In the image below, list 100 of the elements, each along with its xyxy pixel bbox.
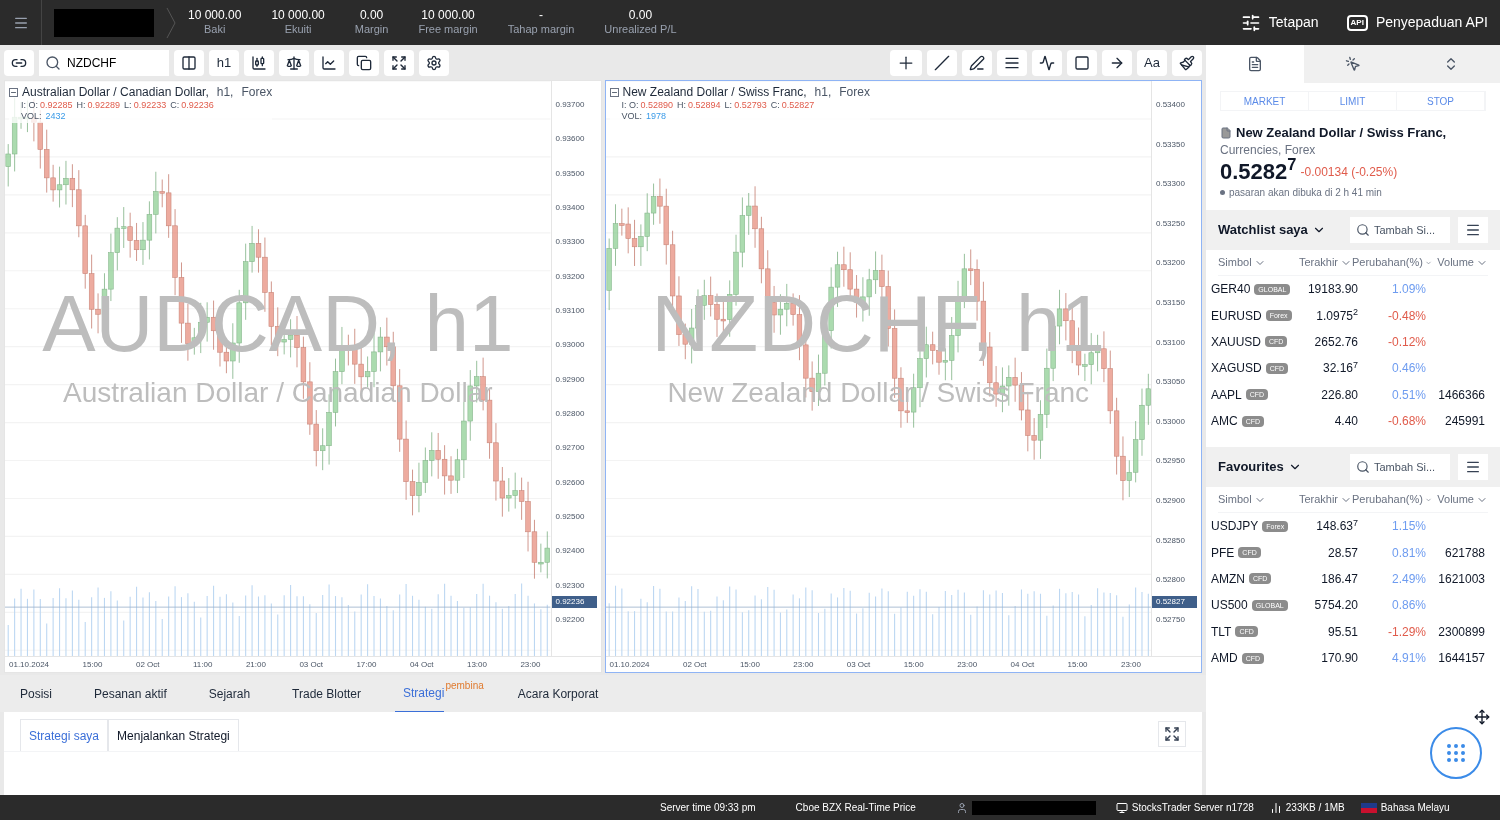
price-axis-label: 0.92600 [555, 478, 586, 487]
builder-label: pembina [445, 679, 484, 693]
volume: 245991 [1443, 413, 1486, 431]
column-header[interactable]: Perubahan(%) [1352, 254, 1432, 271]
collapse-icon [9, 88, 18, 97]
levels-tool-button[interactable] [997, 49, 1027, 76]
rectangle-tool-button[interactable] [1067, 49, 1097, 76]
document-icon [1247, 56, 1263, 72]
layout-button[interactable] [174, 49, 204, 76]
collapse-icon [609, 88, 619, 97]
ohlc-value: 0.92285 [40, 100, 73, 112]
move-icon [1474, 709, 1490, 725]
order-type-tab[interactable]: LIMIT [1309, 92, 1397, 110]
strategy-subtab[interactable]: Strategi saya [20, 719, 109, 751]
pointer-icon [1345, 56, 1361, 72]
price-axis-label: 0.53100 [1156, 338, 1186, 347]
last-price: 5754.20 [1313, 597, 1358, 615]
ohlc-label: I: O: [21, 100, 38, 112]
list-dropdown[interactable]: Watchlist saya [1218, 220, 1342, 240]
time-axis-label: 01.10.2024 [9, 658, 50, 671]
column-header[interactable]: Volume [1432, 491, 1488, 508]
indicators-button[interactable] [314, 49, 344, 76]
time-axis-label: 15:00 [903, 658, 924, 671]
instrument-category: Currencies, Forex [1220, 142, 1317, 158]
column-header[interactable]: Terakhir [1290, 491, 1352, 508]
objects-button[interactable] [349, 49, 379, 76]
add-symbol-field[interactable]: Tambah Si... [1350, 217, 1450, 243]
change-percent: 1.09% [1390, 281, 1426, 299]
price-axis-label: 0.92800 [555, 409, 586, 418]
compare-button[interactable] [279, 49, 309, 76]
price-axis-label: 0.53000 [1156, 417, 1186, 426]
ohlc-value: 0.52827 [781, 100, 815, 112]
text-tool-button[interactable]: Aa [1137, 49, 1167, 76]
last-price-tag: 0.52827 [1152, 596, 1197, 608]
add-symbol-field[interactable]: Tambah Si... [1350, 454, 1450, 480]
list-menu-button[interactable] [1458, 217, 1488, 243]
settings-button[interactable] [419, 49, 449, 76]
link-button[interactable] [4, 49, 34, 76]
sliders-icon [1240, 12, 1261, 33]
arrow-tool-button[interactable] [1102, 49, 1132, 76]
search-icon [1356, 460, 1370, 474]
symbol: XAUUSD [1211, 333, 1261, 351]
crosshair-button[interactable] [890, 49, 922, 76]
server-time: Server time 09:33 pm [660, 801, 756, 815]
price-axis-label: 0.93400 [555, 204, 586, 212]
column-header[interactable]: Terakhir [1290, 254, 1352, 271]
symbol-search-field[interactable]: NZDCHF [39, 49, 169, 76]
time-axis-label: 15:00 [739, 658, 760, 671]
price-axis-label: 0.53350 [1156, 140, 1186, 149]
column-header[interactable]: Simbol [1218, 491, 1290, 508]
volume: 1466366 [1437, 386, 1486, 404]
list-dropdown[interactable]: Favourites [1218, 457, 1342, 477]
settings-button[interactable]: Tetapan [1240, 12, 1319, 33]
last-price: 186.47 [1320, 570, 1358, 588]
price-axis-label: 0.92300 [555, 581, 586, 590]
expand-button[interactable] [1158, 721, 1186, 747]
timeframe-button[interactable]: h1 [209, 49, 239, 76]
chart-type-button[interactable] [244, 49, 274, 76]
ohlc-value: 0.52890 [640, 100, 674, 112]
stat-label: Baki [204, 23, 226, 37]
bottom-tab[interactable]: Trade Blotter [284, 675, 370, 712]
column-header[interactable]: Volume [1432, 254, 1488, 271]
time-axis-label: 23:00 [793, 658, 814, 671]
symbol: EURUSD [1211, 307, 1262, 325]
price-axis-label: 0.52750 [1156, 615, 1186, 624]
ohlc-label: L: [724, 100, 733, 112]
ohlc-value: 0.52894 [688, 100, 721, 112]
bottom-tab[interactable]: Acara Korporat [509, 675, 607, 712]
symbol: AMD [1211, 650, 1238, 668]
fullscreen-button[interactable] [384, 49, 414, 76]
chart-meta: Forex [839, 85, 870, 100]
column-header[interactable]: Simbol [1218, 254, 1290, 271]
last-price: 32.16$^{7}$ [1321, 359, 1358, 378]
change-percent: 2.49% [1390, 570, 1426, 588]
bottom-tab[interactable]: Posisi [12, 675, 60, 712]
apps-button[interactable] [1430, 727, 1482, 779]
column-header[interactable]: Perubahan(%) [1352, 491, 1432, 508]
channel-tool-button[interactable] [962, 49, 992, 76]
wave-tool-button[interactable] [1032, 49, 1062, 76]
menu-icon [1465, 459, 1481, 475]
price-feed: Cboe BZX Real-Time Price [795, 801, 916, 815]
search-icon [1356, 223, 1370, 237]
line-tool-button[interactable] [927, 49, 957, 76]
bottom-tab[interactable]: Pesanan aktif [86, 675, 175, 712]
bottom-tab[interactable]: Sejarah [200, 675, 259, 712]
list-menu-button[interactable] [1458, 454, 1488, 480]
signal-icon [1269, 801, 1282, 814]
chevron-icon [166, 6, 176, 39]
api-button[interactable]: API Penyepaduan API [1346, 12, 1488, 33]
price-axis-label: 0.53150 [1156, 299, 1186, 308]
symbol: USDJPY [1211, 518, 1259, 536]
strategy-subtab[interactable]: Menjalankan Strategi [108, 719, 239, 751]
price-axis-label: 0.52900 [1156, 497, 1186, 506]
time-axis-label: 11:00 [193, 658, 213, 671]
brush-tool-button[interactable] [1172, 49, 1202, 76]
ohlc-label: C: [170, 100, 180, 112]
volume: 1644157 [1437, 650, 1486, 668]
menu-icon [1465, 222, 1481, 238]
ohlc-label: H: [677, 100, 687, 112]
order-type-tab[interactable]: STOP [1397, 92, 1485, 110]
